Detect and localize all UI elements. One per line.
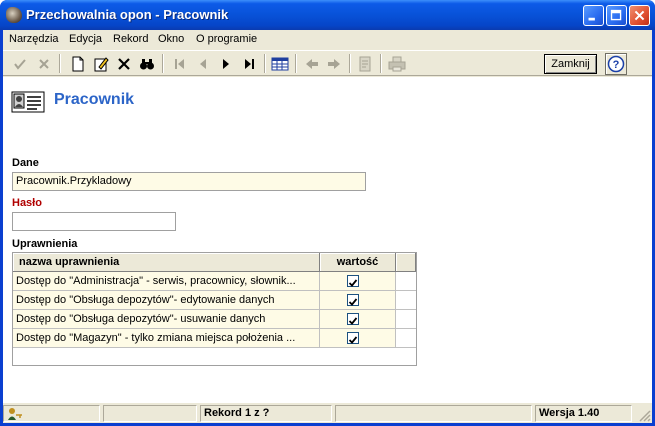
permission-checkbox[interactable] (347, 294, 359, 306)
row-blank-cell (396, 272, 416, 291)
row-blank-cell (396, 291, 416, 310)
confirm-icon[interactable] (9, 53, 31, 75)
toolbar-separator (162, 54, 164, 73)
table-row[interactable]: Dostęp do "Obsługa depozytów"- usuwanie … (13, 310, 416, 329)
table-row[interactable]: Dostęp do "Magazyn" - tylko zmiana miejs… (13, 329, 416, 348)
toolbar-separator (295, 54, 297, 73)
permission-checkbox[interactable] (347, 332, 359, 344)
uprawnienia-label: Uprawnienia (12, 238, 78, 250)
password-field[interactable] (12, 212, 176, 231)
status-version: Wersja 1.40 (535, 405, 632, 422)
menu-bar: Narzędzia Edycja Rekord Okno O programie (3, 30, 652, 50)
window-title: Przechowalnia opon - Pracownik (26, 7, 229, 22)
toolbar-separator (349, 54, 351, 73)
checkmark-icon (348, 298, 358, 306)
title-bar[interactable]: Przechowalnia opon - Pracownik (0, 0, 655, 30)
toolbar-separator (59, 54, 61, 73)
column-header-blank (396, 253, 416, 272)
checkmark-icon (348, 317, 358, 325)
minimize-icon (588, 17, 595, 21)
next-record-icon[interactable] (215, 53, 237, 75)
form-content: Pracownik Dane Pracownik.Przykladowy Has… (3, 77, 652, 403)
status-record: Rekord 1 z ? (200, 405, 332, 422)
checkmark-icon (348, 279, 358, 287)
dane-field[interactable]: Pracownik.Przykladowy (12, 172, 366, 191)
toolbar-separator (264, 54, 266, 73)
minimize-button[interactable] (583, 5, 604, 26)
column-header-value[interactable]: wartość (320, 253, 396, 272)
permission-value-cell[interactable] (320, 291, 396, 310)
permission-value-cell[interactable] (320, 272, 396, 291)
close-window-button[interactable] (629, 5, 650, 26)
permission-value-cell[interactable] (320, 329, 396, 348)
table-row[interactable]: Dostęp do "Obsługa depozytów"- edytowani… (13, 291, 416, 310)
status-panel-user (3, 405, 100, 422)
new-document-icon[interactable] (67, 53, 89, 75)
permission-checkbox[interactable] (347, 275, 359, 287)
status-panel-2 (103, 405, 197, 422)
grid-header: nazwa uprawnienia wartość (13, 253, 416, 272)
status-bar: Rekord 1 z ? Wersja 1.40 (3, 403, 652, 423)
back-arrow-icon[interactable] (301, 53, 323, 75)
grid-view-icon[interactable] (269, 53, 291, 75)
menu-narzedzia[interactable]: Narzędzia (9, 33, 59, 45)
column-header-name[interactable]: nazwa uprawnienia (13, 253, 320, 272)
row-blank-cell (396, 310, 416, 329)
form-title: Pracownik (54, 91, 135, 108)
permission-name-cell[interactable]: Dostęp do "Administracja" - serwis, prac… (13, 272, 320, 291)
checkmark-icon (348, 336, 358, 344)
cancel-icon[interactable] (33, 53, 55, 75)
menu-okno[interactable]: Okno (158, 33, 184, 45)
resize-grip-icon[interactable] (637, 408, 651, 422)
app-window: Przechowalnia opon - Pracownik Narzędzia… (0, 0, 655, 426)
maximize-icon (610, 9, 622, 21)
last-record-icon[interactable] (238, 53, 260, 75)
status-panel-4 (335, 405, 532, 422)
haslo-label: Hasło (12, 197, 42, 209)
print-icon[interactable] (386, 53, 408, 75)
menu-edycja[interactable]: Edycja (69, 33, 102, 45)
user-key-icon (8, 408, 22, 420)
forward-arrow-icon[interactable] (323, 53, 345, 75)
client-area: Narzędzia Edycja Rekord Okno O programie (3, 30, 652, 423)
help-icon: ? (607, 55, 625, 73)
dane-label: Dane (12, 157, 39, 169)
table-row[interactable]: Dostęp do "Administracja" - serwis, prac… (13, 272, 416, 291)
permission-value-cell[interactable] (320, 310, 396, 329)
help-button[interactable]: ? (605, 53, 627, 75)
close-icon (634, 10, 645, 21)
employee-card-icon (11, 91, 45, 113)
tire-app-icon (6, 7, 22, 23)
previous-record-icon[interactable] (192, 53, 214, 75)
maximize-button[interactable] (606, 5, 627, 26)
find-binoculars-icon[interactable] (136, 53, 158, 75)
report-icon[interactable] (354, 53, 376, 75)
delete-icon[interactable] (113, 53, 135, 75)
permission-name-cell[interactable]: Dostęp do "Obsługa depozytów"- edytowani… (13, 291, 320, 310)
menu-rekord[interactable]: Rekord (113, 33, 148, 45)
permission-name-cell[interactable]: Dostęp do "Obsługa depozytów"- usuwanie … (13, 310, 320, 329)
close-form-button[interactable]: Zamknij (544, 54, 597, 74)
toolbar-separator (380, 54, 382, 73)
permission-name-cell[interactable]: Dostęp do "Magazyn" - tylko zmiana miejs… (13, 329, 320, 348)
first-record-icon[interactable] (169, 53, 191, 75)
svg-text:?: ? (613, 59, 620, 71)
toolbar: Zamknij ? (3, 50, 652, 76)
row-blank-cell (396, 329, 416, 348)
permissions-grid: nazwa uprawnienia wartość Dostęp do "Adm… (12, 252, 417, 366)
edit-icon[interactable] (90, 53, 112, 75)
menu-o-programie[interactable]: O programie (196, 33, 257, 45)
permission-checkbox[interactable] (347, 313, 359, 325)
